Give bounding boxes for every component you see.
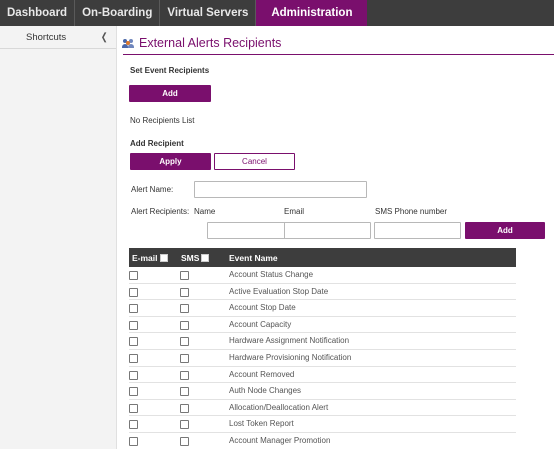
table-row: Hardware Assignment Notification (129, 333, 516, 350)
recipient-name-input[interactable] (207, 222, 293, 239)
sidebar: Shortcuts ❮ (0, 26, 117, 449)
email-select-all-checkbox[interactable] (159, 253, 168, 262)
tab-administration[interactable]: Administration (256, 0, 368, 26)
sms-checkbox[interactable] (180, 420, 189, 430)
table-row: Account Stop Date (129, 300, 516, 317)
table-row: Hardware Provisioning Notification (129, 350, 516, 367)
top-nav: Dashboard On-Boarding Virtual Servers Ad… (0, 0, 554, 26)
add-recipient-heading: Add Recipient (130, 139, 184, 148)
sms-checkbox[interactable] (180, 370, 189, 380)
email-header: E-mail (132, 248, 168, 267)
event-name: Allocation/Deallocation Alert (229, 402, 329, 412)
table-row: Account Capacity (129, 317, 516, 334)
alert-name-label: Alert Name: (131, 185, 174, 194)
event-name: Hardware Assignment Notification (229, 336, 350, 346)
recipient-email-input[interactable] (284, 222, 371, 239)
event-name: Active Evaluation Stop Date (229, 286, 329, 296)
event-name: Auth Node Changes (229, 386, 302, 396)
table-row: Active Evaluation Stop Date (129, 284, 516, 301)
email-header-label: E-mail (132, 252, 158, 263)
tab-virtual-servers[interactable]: Virtual Servers (160, 0, 257, 26)
add-recipients-button[interactable]: Add (129, 85, 211, 102)
tab-on-boarding[interactable]: On-Boarding (75, 0, 161, 26)
cancel-button[interactable]: Cancel (214, 153, 295, 170)
table-header: E-mail SMS Event Name (129, 248, 516, 267)
email-checkbox[interactable] (129, 370, 138, 380)
chevron-left-icon[interactable]: ❮ (100, 32, 107, 43)
email-checkbox[interactable] (129, 337, 138, 347)
page-title: External Alerts Recipients (139, 36, 282, 50)
alert-recipients-label: Alert Recipients: (131, 207, 190, 216)
sms-checkbox[interactable] (180, 353, 189, 363)
table-row: Account Manager Promotion (129, 433, 516, 449)
alert-name-input[interactable] (194, 181, 367, 198)
table-row: Lost Token Report (129, 416, 516, 433)
top-nav-filler (367, 0, 554, 26)
tab-dashboard[interactable]: Dashboard (0, 0, 76, 26)
shortcuts-label: Shortcuts (26, 31, 67, 43)
email-checkbox[interactable] (129, 320, 138, 330)
sms-checkbox[interactable] (180, 271, 189, 280)
event-name: Hardware Provisioning Notification (229, 352, 352, 362)
email-checkbox[interactable] (129, 353, 138, 363)
apply-button[interactable]: Apply (130, 153, 211, 170)
table-row: Auth Node Changes (129, 383, 516, 400)
recipient-sms-input[interactable] (374, 222, 461, 239)
sms-checkbox[interactable] (180, 304, 189, 314)
table-row: Allocation/Deallocation Alert (129, 400, 516, 417)
event-name: Account Status Change (229, 270, 314, 279)
email-checkbox[interactable] (129, 304, 138, 314)
shortcuts-header[interactable]: Shortcuts ❮ (0, 26, 116, 49)
table-row: Account Removed (129, 367, 516, 384)
set-event-recipients-heading: Set Event Recipients (130, 66, 210, 75)
email-checkbox[interactable] (129, 403, 138, 413)
sms-checkbox[interactable] (180, 287, 189, 297)
email-checkbox[interactable] (129, 287, 138, 297)
events-table: E-mail SMS Event Name Account Status Cha… (129, 248, 516, 449)
sms-checkbox[interactable] (180, 320, 189, 330)
sms-column-label: SMS Phone number (375, 207, 448, 216)
sms-checkbox[interactable] (180, 403, 189, 413)
add-recipient-button[interactable]: Add (465, 222, 545, 239)
sms-checkbox[interactable] (180, 337, 189, 347)
event-name: Account Stop Date (229, 303, 296, 313)
table-row: Account Status Change (129, 267, 516, 284)
sms-header: SMS (181, 248, 210, 267)
event-header: Event Name (229, 248, 278, 267)
sms-select-all-checkbox[interactable] (201, 253, 210, 262)
email-column-label: Email (284, 207, 305, 216)
event-name: Account Manager Promotion (229, 435, 331, 445)
sms-checkbox[interactable] (180, 387, 189, 397)
event-header-label: Event Name (229, 252, 278, 263)
email-checkbox[interactable] (129, 387, 138, 397)
page-header: External Alerts Recipients (122, 36, 554, 55)
main-content: External Alerts Recipients Set Event Rec… (117, 26, 554, 449)
table-body: Account Status Change Active Evaluation S… (129, 267, 516, 449)
email-checkbox[interactable] (129, 436, 138, 446)
event-name: Lost Token Report (229, 419, 294, 429)
event-name: Account Capacity (229, 319, 292, 329)
event-name: Account Removed (229, 369, 295, 379)
name-column-label: Name (194, 207, 216, 216)
email-checkbox[interactable] (129, 420, 138, 430)
email-checkbox[interactable] (129, 271, 138, 280)
users-icon (122, 39, 136, 49)
no-recipients-text: No Recipients List (130, 116, 195, 125)
sms-checkbox[interactable] (180, 436, 189, 446)
sms-header-label: SMS (181, 252, 200, 263)
